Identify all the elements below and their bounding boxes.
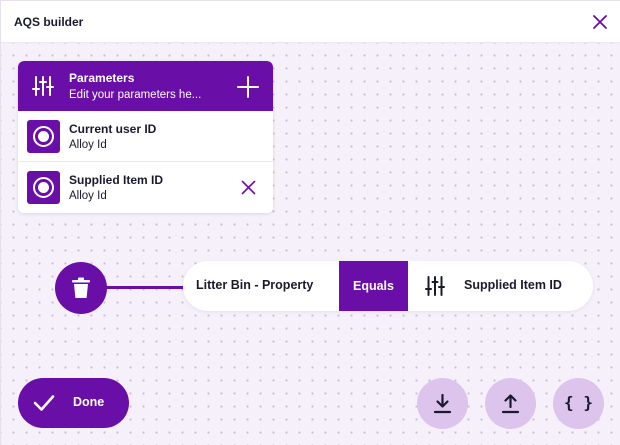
upload-button[interactable] [485, 378, 536, 429]
json-view-button[interactable]: { } [553, 378, 604, 429]
parameter-name: Current user ID [69, 122, 157, 136]
parameters-title: Parameters [69, 71, 135, 85]
parameter-type: Alloy Id [69, 139, 107, 151]
done-button[interactable]: Done [18, 378, 129, 428]
condition-connector [105, 286, 187, 289]
parameters-header: Parameters Edit your parameters he... [18, 61, 273, 111]
plus-icon [237, 76, 259, 98]
dialog-titlebar: AQS builder [1, 1, 620, 43]
parameters-panel: Parameters Edit your parameters he... Cu… [18, 61, 273, 213]
parameter-item-supplied-item-id[interactable]: Supplied Item ID Alloy Id [18, 162, 273, 213]
condition-row: Litter Bin - Property Equals Supplied It… [183, 261, 593, 311]
trash-icon [72, 277, 90, 298]
delete-condition-button[interactable] [55, 262, 107, 314]
close-icon [593, 15, 607, 29]
operator-button[interactable]: Equals [339, 261, 408, 311]
sliders-icon [32, 76, 54, 96]
upload-icon [501, 394, 520, 414]
check-icon [33, 395, 55, 411]
parameter-type: Alloy Id [69, 190, 107, 202]
radio-target-icon [27, 171, 60, 204]
download-icon [433, 393, 452, 414]
braces-icon: { } [564, 393, 593, 412]
done-label: Done [73, 395, 105, 409]
condition-field[interactable]: Litter Bin - Property [196, 278, 313, 292]
close-button[interactable] [591, 13, 609, 31]
download-button[interactable] [417, 378, 468, 429]
close-icon [241, 180, 256, 195]
add-parameter-button[interactable] [237, 76, 259, 98]
sliders-icon [425, 276, 445, 296]
aqs-builder-dialog: AQS builder Parameters Edit your paramet… [0, 0, 620, 445]
radio-target-icon [27, 120, 60, 153]
parameter-item-current-user-id[interactable]: Current user ID Alloy Id [18, 111, 273, 162]
parameters-subtitle: Edit your parameters he... [69, 89, 202, 101]
condition-value[interactable]: Supplied Item ID [464, 278, 562, 292]
dialog-title: AQS builder [14, 15, 84, 29]
parameter-name: Supplied Item ID [69, 173, 164, 187]
remove-parameter-button[interactable] [241, 180, 256, 195]
